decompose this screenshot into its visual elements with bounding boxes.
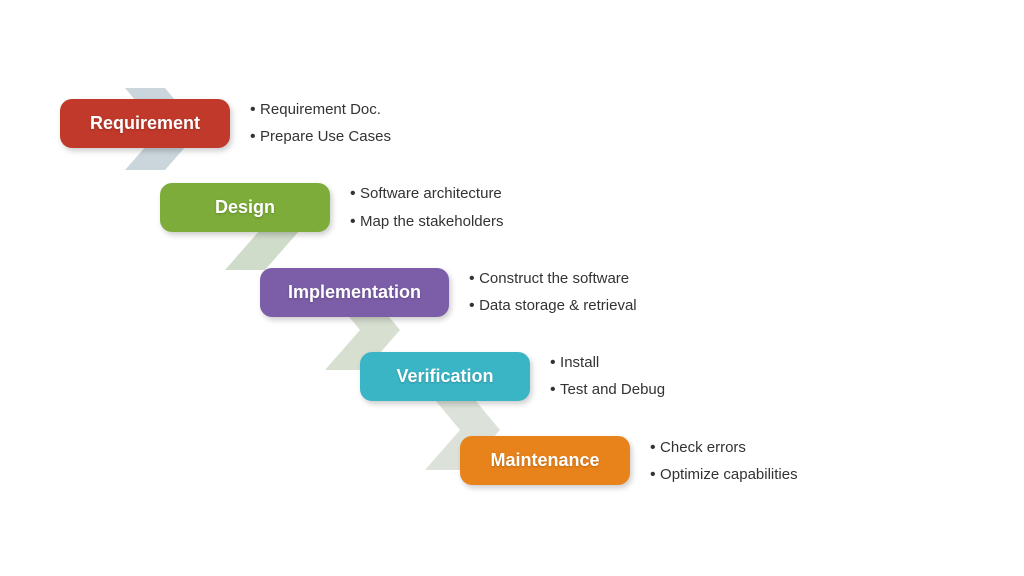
- bullet-design-2: Map the stakeholders: [350, 208, 503, 235]
- bullet-verification-2: Test and Debug: [550, 376, 665, 403]
- phase-label-design: Design: [215, 197, 275, 217]
- bullet-implementation-1: Construct the software: [469, 265, 637, 292]
- phase-box-verification: Verification: [360, 352, 530, 401]
- bullets-maintenance: Check errors Optimize capabilities: [650, 434, 798, 488]
- phase-box-implementation: Implementation: [260, 268, 449, 317]
- bullet-requirement-2: Prepare Use Cases: [250, 123, 391, 150]
- phase-box-design: Design: [160, 183, 330, 232]
- bullet-maintenance-2: Optimize capabilities: [650, 461, 798, 488]
- bullet-implementation-2: Data storage & retrieval: [469, 292, 637, 319]
- diagram-container: Requirement Requirement Doc. Prepare Use…: [0, 0, 1024, 576]
- step-row-verification: Verification Install Test and Debug: [360, 349, 665, 403]
- bullets-verification: Install Test and Debug: [550, 349, 665, 403]
- bullet-verification-1: Install: [550, 349, 665, 376]
- bullets-design: Software architecture Map the stakeholde…: [350, 180, 503, 234]
- step-row-implementation: Implementation Construct the software Da…: [260, 265, 637, 319]
- bullet-maintenance-1: Check errors: [650, 434, 798, 461]
- phase-label-implementation: Implementation: [288, 282, 421, 302]
- phase-label-verification: Verification: [396, 366, 493, 386]
- phase-box-maintenance: Maintenance: [460, 436, 630, 485]
- phase-label-requirement: Requirement: [90, 113, 200, 133]
- bullet-design-1: Software architecture: [350, 180, 503, 207]
- step-row-design: Design Software architecture Map the sta…: [160, 180, 503, 234]
- phase-label-maintenance: Maintenance: [490, 450, 599, 470]
- step-row-requirement: Requirement Requirement Doc. Prepare Use…: [60, 96, 391, 150]
- step-row-maintenance: Maintenance Check errors Optimize capabi…: [460, 434, 798, 488]
- bullet-requirement-1: Requirement Doc.: [250, 96, 391, 123]
- phase-box-requirement: Requirement: [60, 99, 230, 148]
- bullets-requirement: Requirement Doc. Prepare Use Cases: [250, 96, 391, 150]
- bullets-implementation: Construct the software Data storage & re…: [469, 265, 637, 319]
